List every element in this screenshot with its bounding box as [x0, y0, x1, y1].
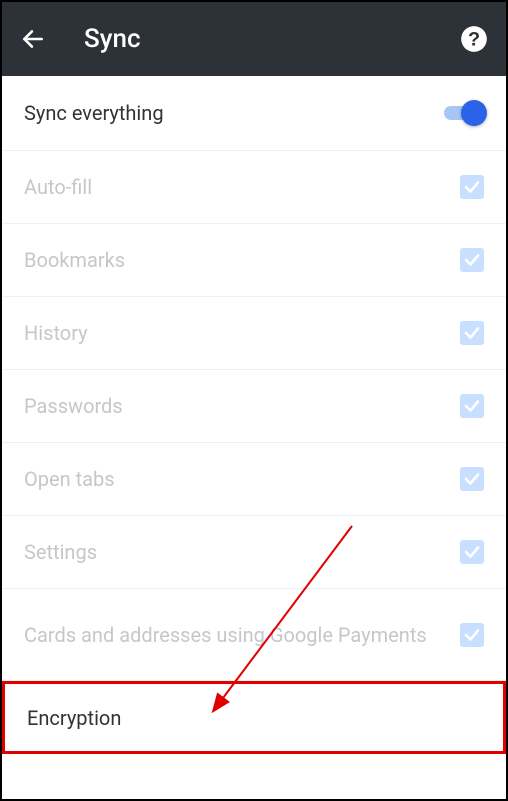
sync-item-checkbox [460, 467, 484, 491]
help-icon: ? [460, 25, 488, 53]
sync-everything-toggle[interactable] [440, 99, 484, 127]
page-title: Sync [84, 24, 141, 54]
check-icon [463, 470, 481, 488]
app-header: Sync ? [2, 2, 506, 76]
check-icon [463, 626, 481, 644]
check-icon [463, 251, 481, 269]
check-icon [463, 543, 481, 561]
sync-everything-row[interactable]: Sync everything [2, 76, 506, 151]
toggle-thumb [461, 100, 487, 126]
sync-item-label: Cards and addresses using Google Payment… [24, 622, 460, 648]
check-icon [463, 178, 481, 196]
sync-item-passwords: Passwords [2, 370, 506, 443]
sync-everything-label: Sync everything [24, 101, 440, 125]
sync-item-checkbox [460, 248, 484, 272]
sync-item-checkbox [460, 321, 484, 345]
sync-item-label: Bookmarks [24, 248, 460, 272]
sync-item-label: Open tabs [24, 467, 460, 491]
sync-item-checkbox [460, 175, 484, 199]
sync-item-checkbox [460, 623, 484, 647]
sync-item-settings: Settings [2, 516, 506, 589]
svg-text:?: ? [468, 28, 480, 50]
encryption-label: Encryption [27, 706, 481, 730]
sync-item-history: History [2, 297, 506, 370]
back-arrow-icon [20, 26, 46, 52]
sync-item-bookmarks: Bookmarks [2, 224, 506, 297]
sync-item-label: Settings [24, 540, 460, 564]
check-icon [463, 324, 481, 342]
sync-item-cards: Cards and addresses using Google Payment… [2, 589, 506, 681]
sync-item-label: Passwords [24, 394, 460, 418]
help-button[interactable]: ? [460, 25, 488, 53]
sync-item-label: History [24, 321, 460, 345]
encryption-row[interactable]: Encryption [2, 681, 506, 754]
sync-item-label: Auto-fill [24, 175, 460, 199]
back-button[interactable] [20, 26, 46, 52]
sync-item-opentabs: Open tabs [2, 443, 506, 516]
sync-item-checkbox [460, 540, 484, 564]
sync-item-autofill: Auto-fill [2, 151, 506, 224]
check-icon [463, 397, 481, 415]
sync-item-checkbox [460, 394, 484, 418]
